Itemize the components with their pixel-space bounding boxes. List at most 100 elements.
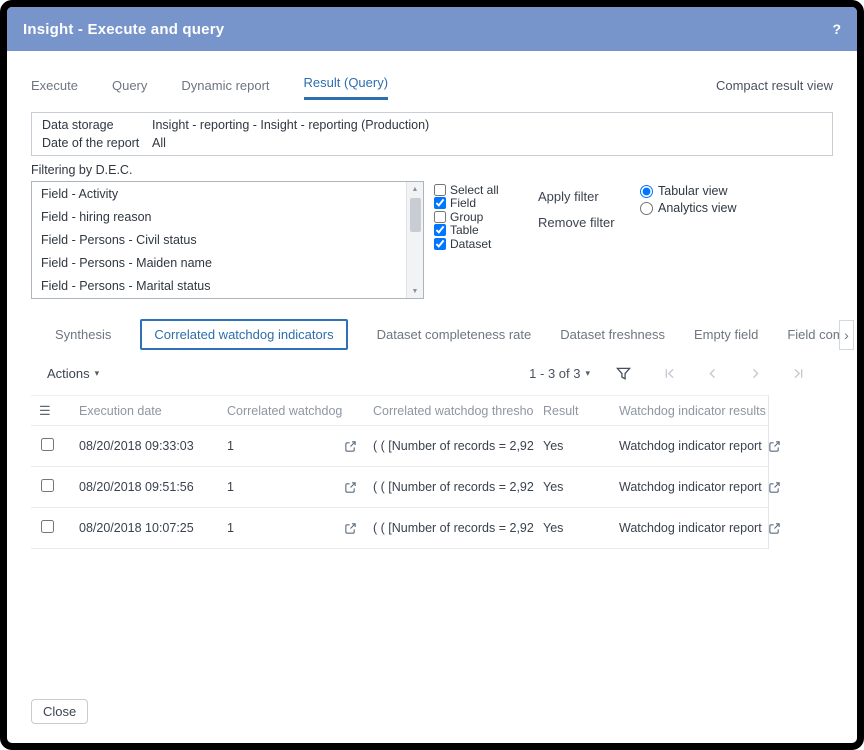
row-select-checkbox[interactable]	[41, 479, 54, 492]
cell-execution-date: 08/20/2018 10:07:25	[79, 521, 227, 535]
dialog-content: Execute Query Dynamic report Result (Que…	[7, 51, 857, 743]
cell-watchdog-report-link[interactable]: Watchdog indicator report	[619, 439, 762, 453]
open-watchdog-external-link-icon[interactable]	[344, 440, 357, 453]
results-table: ☰ Execution date Correlated watchdog Cor…	[31, 395, 769, 549]
list-item[interactable]: Field - Activity	[32, 182, 406, 205]
tab-dynamic-report[interactable]: Dynamic report	[181, 78, 269, 100]
col-header-correlated-watchdog-threshold[interactable]: Correlated watchdog thresho	[373, 404, 543, 418]
checkbox-group[interactable]: Group	[434, 210, 520, 224]
cell-threshold: ( ( [Number of records = 2,92	[373, 480, 543, 494]
field-checkbox[interactable]	[434, 197, 446, 209]
checkbox-label: Dataset	[450, 237, 491, 251]
info-label: Data storage	[42, 116, 152, 134]
col-header-correlated-watchdog[interactable]: Correlated watchdog	[227, 404, 373, 418]
table-row: 08/20/2018 09:33:03 1 ( ( [Number of rec…	[31, 426, 768, 467]
open-report-external-link-icon[interactable]	[768, 481, 781, 494]
select-all-checkbox[interactable]	[434, 184, 446, 196]
table-header: ☰ Execution date Correlated watchdog Cor…	[31, 396, 768, 426]
open-report-external-link-icon[interactable]	[768, 522, 781, 535]
column-menu-icon[interactable]: ☰	[39, 403, 51, 418]
tab-execute[interactable]: Execute	[31, 78, 78, 100]
cell-result: Yes	[543, 521, 619, 535]
row-select-checkbox[interactable]	[41, 438, 54, 451]
titlebar: Insight - Execute and query ?	[7, 7, 857, 51]
list-item[interactable]: Field - hiring reason	[32, 205, 406, 228]
actions-dropdown[interactable]: Actions ▾	[47, 366, 99, 381]
pagination-range-dropdown[interactable]: 1 - 3 of 3 ▾	[529, 366, 590, 381]
dialog-insight-execute-query: Insight - Execute and query ? Execute Qu…	[0, 0, 864, 750]
checkbox-label: Table	[450, 223, 479, 237]
info-value: Insight - reporting - Insight - reportin…	[152, 116, 429, 134]
cell-result: Yes	[543, 480, 619, 494]
report-info-box: Data storage Insight - reporting - Insig…	[31, 112, 833, 156]
previous-page-icon[interactable]	[706, 367, 719, 380]
filtering-by-dec-label: Filtering by D.E.C.	[31, 163, 833, 177]
compact-result-view-link[interactable]: Compact result view	[716, 78, 833, 100]
open-report-external-link-icon[interactable]	[768, 440, 781, 453]
rtab-dataset-freshness[interactable]: Dataset freshness	[560, 327, 665, 342]
caret-down-icon: ▾	[585, 369, 590, 378]
checkbox-select-all[interactable]: Select all	[434, 183, 520, 197]
scrollbar-thumb[interactable]	[410, 198, 421, 232]
col-header-result[interactable]: Result	[543, 404, 619, 418]
cell-result: Yes	[543, 439, 619, 453]
info-value: All	[152, 134, 166, 152]
checkbox-label: Group	[450, 210, 483, 224]
remove-filter-link[interactable]: Remove filter	[538, 215, 628, 230]
open-watchdog-external-link-icon[interactable]	[344, 522, 357, 535]
info-row-data-storage: Data storage Insight - reporting - Insig…	[42, 116, 822, 134]
radio-label: Analytics view	[658, 201, 737, 215]
next-page-icon[interactable]	[749, 367, 762, 380]
checkbox-label: Field	[450, 196, 476, 210]
list-item[interactable]: Field - Persons - Marital status	[32, 274, 406, 297]
checkbox-field[interactable]: Field	[434, 197, 520, 211]
checkbox-dataset[interactable]: Dataset	[434, 237, 520, 251]
scroll-up-icon[interactable]: ▲	[412, 182, 419, 196]
view-mode-radios: Tabular view Analytics view	[640, 181, 737, 218]
help-icon[interactable]: ?	[832, 21, 841, 37]
col-header-execution-date[interactable]: Execution date	[79, 404, 227, 418]
col-header-watchdog-indicator-results[interactable]: Watchdog indicator results	[619, 404, 768, 418]
filter-type-checkboxes: Select all Field Group Table Dataset	[434, 181, 520, 251]
listbox-scrollbar[interactable]: ▲ ▼	[406, 182, 423, 298]
last-page-icon[interactable]	[792, 367, 805, 380]
first-page-icon[interactable]	[663, 367, 676, 380]
filter-funnel-icon[interactable]	[616, 367, 631, 381]
apply-filter-link[interactable]: Apply filter	[538, 189, 628, 204]
scroll-down-icon[interactable]: ▼	[412, 284, 419, 298]
dec-listbox[interactable]: Field - Activity Field - hiring reason F…	[31, 181, 424, 299]
radio-analytics-view[interactable]: Analytics view	[640, 201, 737, 215]
table-row: 08/20/2018 10:07:25 1 ( ( [Number of rec…	[31, 508, 768, 549]
close-button[interactable]: Close	[31, 699, 88, 724]
cell-watchdog-report-link[interactable]: Watchdog indicator report	[619, 480, 762, 494]
list-item[interactable]: Field - Persons - Civil status	[32, 228, 406, 251]
table-checkbox[interactable]	[434, 224, 446, 236]
cell-correlated-watchdog: 1	[227, 521, 234, 535]
rtab-correlated-watchdog-indicators[interactable]: Correlated watchdog indicators	[140, 319, 347, 350]
caret-down-icon: ▾	[95, 369, 100, 378]
rtab-dataset-completeness-rate[interactable]: Dataset completeness rate	[377, 327, 532, 342]
table-row: 08/20/2018 09:51:56 1 ( ( [Number of rec…	[31, 467, 768, 508]
checkbox-table[interactable]: Table	[434, 224, 520, 238]
cell-threshold: ( ( [Number of records = 2,92	[373, 521, 543, 535]
cell-execution-date: 08/20/2018 09:33:03	[79, 439, 227, 453]
tabular-view-radio[interactable]	[640, 185, 653, 198]
analytics-view-radio[interactable]	[640, 202, 653, 215]
group-checkbox[interactable]	[434, 211, 446, 223]
radio-label: Tabular view	[658, 184, 727, 198]
rtab-synthesis[interactable]: Synthesis	[55, 327, 111, 342]
tab-query[interactable]: Query	[112, 78, 147, 100]
info-row-report-date: Date of the report All	[42, 134, 822, 152]
cell-threshold: ( ( [Number of records = 2,92	[373, 439, 543, 453]
open-watchdog-external-link-icon[interactable]	[344, 481, 357, 494]
radio-tabular-view[interactable]: Tabular view	[640, 184, 737, 198]
rtab-empty-field[interactable]: Empty field	[694, 327, 758, 342]
row-select-checkbox[interactable]	[41, 520, 54, 533]
tab-scroll-right-button[interactable]: ›	[839, 320, 854, 350]
tab-result-query[interactable]: Result (Query)	[304, 75, 389, 100]
cell-correlated-watchdog: 1	[227, 480, 234, 494]
dataset-checkbox[interactable]	[434, 238, 446, 250]
rtab-field-compliance[interactable]: Field compliance ap	[787, 327, 839, 342]
cell-watchdog-report-link[interactable]: Watchdog indicator report	[619, 521, 762, 535]
list-item[interactable]: Field - Persons - Maiden name	[32, 251, 406, 274]
